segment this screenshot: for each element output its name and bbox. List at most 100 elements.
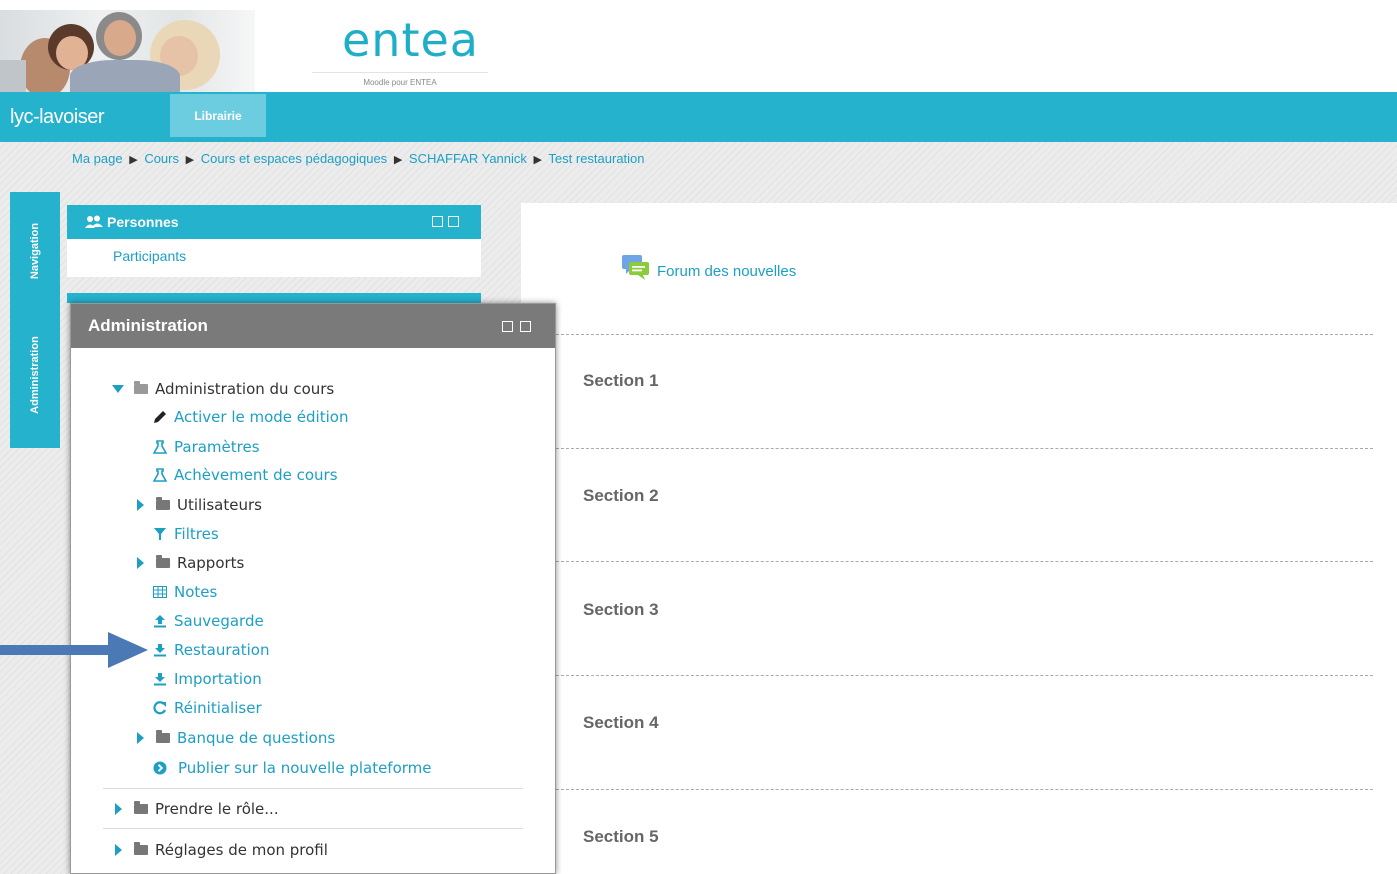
entea-logo[interactable]: entea Moodle pour ENTEA [312,12,488,90]
tree-divider [103,788,523,789]
breadcrumb-separator: ▶ [533,154,543,166]
personnes-title: Personnes [107,214,179,230]
personnes-body: Participants [67,239,481,277]
menu-label: Restauration [174,641,270,659]
menu-label: Sauvegarde [174,612,264,630]
table-icon [151,586,169,598]
tree-item-reglages-profil[interactable]: Réglages de mon profil [109,841,328,859]
menu-label: Réinitialiser [174,699,262,717]
tree-label: Prendre le rôle... [155,800,279,818]
folder-open-icon [132,381,150,394]
menu-label: Activer le mode édition [174,408,349,426]
forum-chat-icon [621,253,649,281]
download-icon [151,643,169,657]
menu-item-publier[interactable]: Publier sur la nouvelle plateforme [151,759,432,777]
page-header: entea Moodle pour ENTEA [0,0,1397,92]
breadcrumb-test-restauration[interactable]: Test restauration [548,151,644,166]
section-divider [521,448,1373,449]
close-icon[interactable] [520,321,531,332]
section-4-title: Section 4 [583,713,659,732]
top-navbar: lyc-lavoiser Librairie [0,92,1397,142]
minimize-icon[interactable] [432,216,443,227]
caret-right-icon [131,732,149,744]
flask-icon [151,468,169,482]
tree-item-utilisateurs[interactable]: Utilisateurs [131,496,262,514]
administration-title: Administration [88,316,208,335]
tree-label: Rapports [177,554,245,572]
site-name-link[interactable]: lyc-lavoiser [10,106,105,129]
section-2-title: Section 2 [583,486,659,505]
breadcrumb-ma-page[interactable]: Ma page [72,151,123,166]
menu-item-sauvegarde[interactable]: Sauvegarde [151,612,264,630]
administration-panel: Administration Administration du cours A… [70,303,556,874]
section-divider [521,675,1373,676]
menu-label: Filtres [174,525,219,543]
folder-icon [154,730,172,743]
dock-block-icon[interactable] [448,216,459,227]
section-divider [521,561,1373,562]
folder-icon [132,842,150,855]
menu-item-filtres[interactable]: Filtres [151,525,219,543]
administration-header: Administration [71,304,555,348]
annotation-arrow-icon [0,630,150,670]
block-personnes: Personnes Participants [67,205,481,277]
menu-item-parametres[interactable]: Paramètres [151,438,260,456]
caret-right-icon [131,557,149,569]
breadcrumb-cours[interactable]: Cours [144,151,179,166]
menu-label: Importation [174,670,262,688]
section-divider [521,334,1373,335]
breadcrumb-schaffar-yannick[interactable]: SCHAFFAR Yannick [409,151,527,166]
tree-item-rapports[interactable]: Rapports [131,554,244,572]
chevron-circle-icon [151,761,169,775]
logo-text: entea [342,13,479,67]
menu-label: Publier sur la nouvelle plateforme [178,759,432,777]
pencil-icon [151,410,169,424]
menu-item-achevement[interactable]: Achèvement de cours [151,466,338,484]
participants-link[interactable]: Participants [113,248,186,264]
logo-divider [312,72,488,73]
menu-item-reinitialiser[interactable]: Réinitialiser [151,699,262,717]
menu-label: Achèvement de cours [174,466,338,484]
logo-subtitle: Moodle pour ENTEA [363,78,437,87]
breadcrumb-separator: ▶ [185,154,195,166]
filter-icon [151,528,169,540]
dock-tab-administration[interactable]: Administration [10,302,60,448]
flask-icon [151,440,169,454]
undock-icon[interactable] [502,321,513,332]
refresh-icon [151,701,169,715]
download-icon [151,672,169,686]
folder-icon [154,555,172,568]
menu-item-restauration[interactable]: Restauration [151,641,269,659]
tree-divider [103,828,523,829]
tree-label: Réglages de mon profil [155,841,328,859]
menu-label: Notes [174,583,218,601]
breadcrumb-separator: ▶ [129,154,138,166]
hidden-block-header [67,293,481,303]
folder-icon [132,801,150,814]
caret-right-icon [131,499,149,511]
tree-item-banque-de-questions[interactable]: Banque de questions [131,729,335,747]
tree-label: Utilisateurs [177,496,262,514]
dock-tab-navigation[interactable]: Navigation [10,192,60,310]
menu-item-activer-edition[interactable]: Activer le mode édition [151,408,348,426]
users-icon [85,215,103,229]
caret-right-icon [109,844,127,856]
breadcrumb-espaces-pedagogiques[interactable]: Cours et espaces pédagogiques [201,151,387,166]
menu-item-importation[interactable]: Importation [151,670,262,688]
tree-item-administration-du-cours[interactable]: Administration du cours [109,380,334,398]
menu-label: Paramètres [174,438,260,456]
section-divider [521,789,1373,790]
section-1-title: Section 1 [583,371,659,390]
course-content: Forum des nouvelles Section 1 Section 2 … [521,203,1397,874]
dock-tab-administration-label: Administration [29,336,41,414]
tree-label: Administration du cours [155,380,335,398]
forum-des-nouvelles-link[interactable]: Forum des nouvelles [657,263,796,280]
menu-item-notes[interactable]: Notes [151,583,217,601]
page-edge [0,142,4,874]
upload-icon [151,614,169,628]
tab-librairie[interactable]: Librairie [170,94,266,137]
breadcrumb: Ma page ▶ Cours ▶ Cours et espaces pédag… [72,151,645,166]
section-3-title: Section 3 [583,600,659,619]
personnes-header: Personnes [67,205,481,239]
tree-item-prendre-le-role[interactable]: Prendre le rôle... [109,800,279,818]
